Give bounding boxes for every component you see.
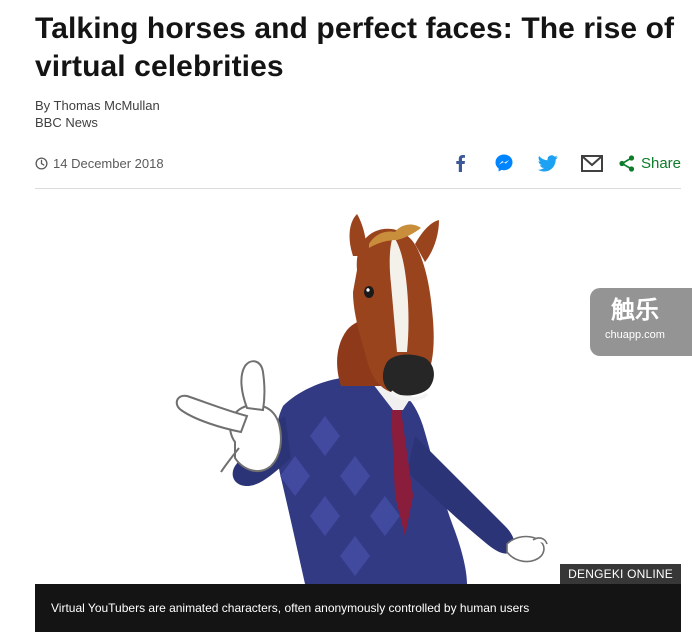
watermark-title: 触乐 xyxy=(611,297,659,324)
share-icon xyxy=(619,154,635,172)
author-name: By Thomas McMullan xyxy=(35,98,160,113)
meta-divider xyxy=(35,188,681,189)
horse-mascot-image xyxy=(175,214,548,584)
news-source: BBC News xyxy=(35,115,98,130)
article-meta-row: 14 December 2018 Share xyxy=(35,148,681,178)
share-tools: Share xyxy=(427,152,681,174)
twitter-share-button[interactable] xyxy=(537,152,559,174)
site-watermark: 触乐 chuapp.com xyxy=(590,288,692,356)
email-icon xyxy=(580,154,603,172)
publish-date: 14 December 2018 xyxy=(35,156,164,171)
share-label: Share xyxy=(640,154,681,172)
facebook-share-button[interactable] xyxy=(449,152,471,174)
messenger-share-button[interactable] xyxy=(493,152,515,174)
share-button[interactable]: Share xyxy=(619,155,681,172)
article: Talking horses and perfect faces: The ri… xyxy=(35,0,683,644)
watermark-subtitle: chuapp.com xyxy=(605,329,665,341)
facebook-icon xyxy=(456,155,465,172)
headline: Talking horses and perfect faces: The ri… xyxy=(35,12,675,83)
messenger-icon xyxy=(495,154,513,172)
image-caption: Virtual YouTubers are animated character… xyxy=(35,584,681,632)
byline-block: By Thomas McMullan BBC News xyxy=(35,97,160,131)
clock-icon xyxy=(35,156,48,170)
publish-date-text: 14 December 2018 xyxy=(53,155,164,171)
image-credit: DENGEKI ONLINE xyxy=(560,564,681,584)
twitter-icon xyxy=(537,154,558,171)
article-figure: DENGEKI ONLINE Virtual YouTubers are ani… xyxy=(35,196,681,632)
email-share-button[interactable] xyxy=(580,152,603,174)
